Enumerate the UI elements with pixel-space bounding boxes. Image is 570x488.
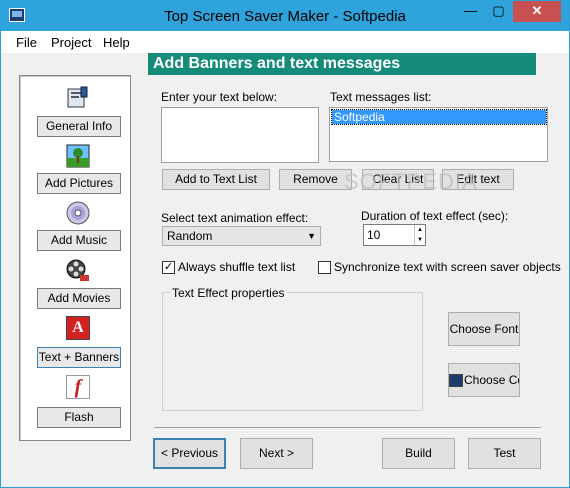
remove-button[interactable]: Remove	[279, 169, 352, 190]
shuffle-label[interactable]: Always shuffle text list	[178, 260, 295, 274]
previous-button[interactable]: < Previous	[153, 438, 226, 469]
choose-color-label: Choose Colo	[464, 373, 519, 387]
chevron-down-icon: ▼	[307, 231, 316, 241]
messages-list-label: Text messages list:	[330, 90, 432, 104]
sidebar-item-general-info[interactable]: General Info	[37, 116, 121, 137]
menu-help[interactable]: Help	[103, 35, 130, 50]
menu-project[interactable]: Project	[51, 35, 91, 50]
shuffle-checkbox[interactable]: ✓	[162, 261, 175, 274]
animation-effect-label: Select text animation effect:	[161, 211, 309, 225]
list-item[interactable]: Softpedia	[331, 109, 547, 125]
sidebar-item-text-banners[interactable]: Text + Banners	[37, 347, 121, 368]
text-effect-properties-group	[162, 292, 423, 411]
test-button[interactable]: Test	[468, 438, 541, 469]
settings-icon[interactable]	[66, 86, 90, 110]
animation-effect-select[interactable]: Random ▼	[162, 226, 321, 246]
divider	[154, 427, 541, 431]
duration-value: 10	[367, 228, 381, 242]
sidebar: General Info Add Pictures Add Music Add …	[19, 75, 131, 441]
spin-arrows-icon[interactable]: ▲ ▼	[414, 225, 425, 245]
sidebar-item-add-movies[interactable]: Add Movies	[37, 288, 121, 309]
menu-bar: File Project Help	[1, 31, 569, 53]
maximize-button[interactable]: ▢	[485, 1, 512, 22]
text-effect-properties-label: Text Effect properties	[170, 286, 287, 300]
choose-color-button[interactable]: Choose Colo	[448, 363, 520, 397]
picture-icon[interactable]	[66, 144, 90, 168]
messages-list[interactable]: Softpedia	[329, 107, 548, 162]
menu-file[interactable]: File	[16, 35, 37, 50]
synchronize-label[interactable]: Synchronize text with screen saver objec…	[334, 260, 561, 274]
flash-icon[interactable]: f	[66, 375, 90, 399]
watermark: SOFTPEDIA	[344, 169, 478, 194]
cd-icon[interactable]	[66, 201, 90, 225]
build-button[interactable]: Build	[382, 438, 455, 469]
duration-stepper[interactable]: 10 ▲ ▼	[363, 224, 426, 246]
duration-label: Duration of text effect (sec):	[361, 209, 509, 223]
close-button[interactable]: ✕	[513, 1, 561, 22]
text-a-icon[interactable]: A	[66, 316, 90, 340]
title-bar[interactable]: Top Screen Saver Maker - Softpedia — ▢ ✕	[1, 1, 569, 31]
color-swatch-icon	[449, 374, 463, 388]
minimize-button[interactable]: —	[457, 1, 484, 22]
choose-font-button[interactable]: Choose Font	[448, 312, 520, 346]
film-reel-icon[interactable]	[66, 258, 90, 282]
enter-text-label: Enter your text below:	[161, 90, 278, 104]
sidebar-item-add-music[interactable]: Add Music	[37, 230, 121, 251]
sidebar-item-add-pictures[interactable]: Add Pictures	[37, 173, 121, 194]
synchronize-checkbox[interactable]	[318, 261, 331, 274]
next-button[interactable]: Next >	[240, 438, 313, 469]
add-to-text-list-button[interactable]: Add to Text List	[162, 169, 270, 190]
main-window: Top Screen Saver Maker - Softpedia — ▢ ✕…	[0, 0, 570, 488]
text-input[interactable]	[161, 107, 319, 163]
sidebar-item-flash[interactable]: Flash	[37, 407, 121, 428]
animation-effect-value: Random	[167, 229, 213, 243]
page-title: Add Banners and text messages	[148, 53, 536, 75]
